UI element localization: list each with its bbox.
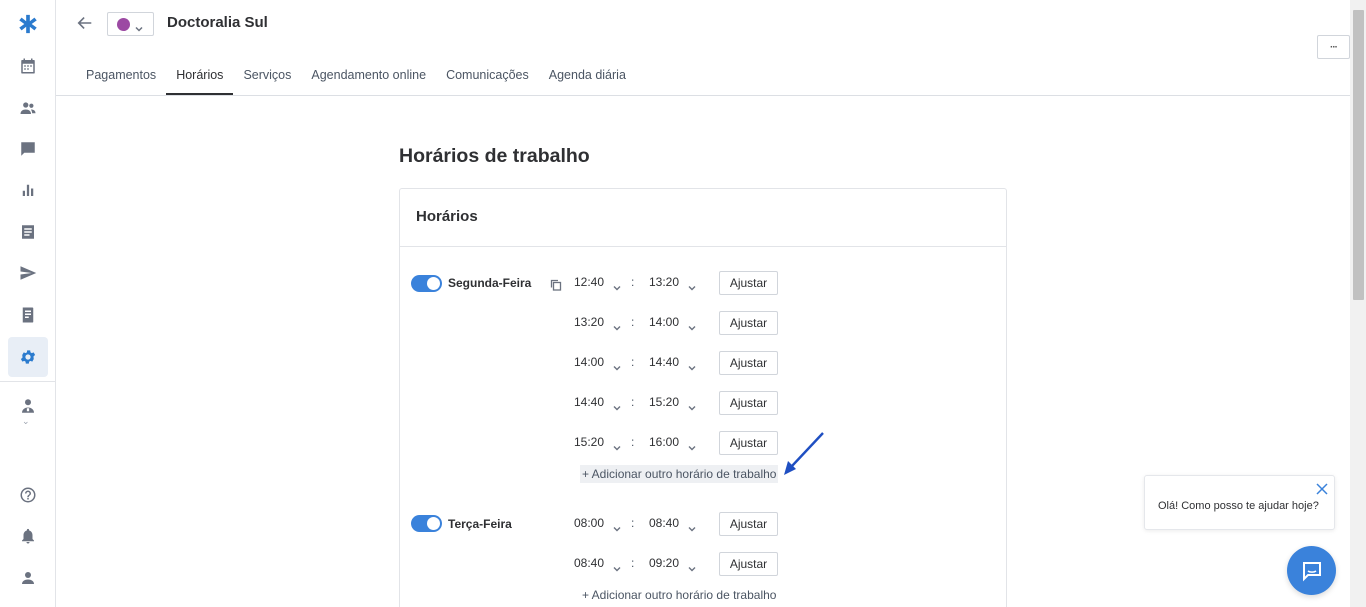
card-title: Horários	[400, 189, 1006, 247]
start-time-select[interactable]: 15:20	[574, 435, 604, 449]
logo-icon[interactable]	[8, 4, 48, 44]
start-time-select[interactable]: 13:20	[574, 315, 604, 329]
chevron-down-icon[interactable]	[688, 319, 696, 331]
chevron-down-icon[interactable]	[613, 399, 621, 411]
chevron-down-icon	[135, 20, 143, 32]
app: ⌄ Doctoralia Sul ··· Pagamentos Horários…	[0, 0, 1366, 607]
start-time-select[interactable]: 08:40	[574, 556, 604, 570]
patients-icon[interactable]	[8, 88, 48, 128]
tab-agenda-diaria[interactable]: Agenda diária	[539, 58, 636, 95]
chevron-down-icon[interactable]	[688, 279, 696, 291]
add-work-hours-link[interactable]: + Adicionar outro horário de trabalho	[580, 586, 778, 604]
day-label-monday: Segunda-Feira	[448, 276, 532, 290]
day-label-tuesday: Terça-Feira	[448, 517, 512, 531]
tuesday-toggle[interactable]	[411, 515, 442, 532]
end-time-select[interactable]: 13:20	[649, 275, 679, 289]
page-scrollbar[interactable]	[1350, 0, 1366, 607]
end-time-select[interactable]: 14:40	[649, 355, 679, 369]
time-separator: :	[631, 556, 635, 570]
adjust-button[interactable]: Ajustar	[719, 271, 778, 295]
chat-icon[interactable]	[8, 129, 48, 169]
bell-icon[interactable]	[8, 516, 48, 556]
color-selector[interactable]	[107, 12, 154, 36]
back-arrow-icon[interactable]	[76, 14, 96, 34]
tab-pagamentos[interactable]: Pagamentos	[76, 58, 166, 95]
more-options-button[interactable]: ···	[1317, 35, 1350, 59]
start-time-select[interactable]: 08:00	[574, 516, 604, 530]
help-icon[interactable]	[8, 475, 48, 515]
tab-comunicacoes[interactable]: Comunicações	[436, 58, 539, 95]
tab-agendamento-online[interactable]: Agendamento online	[301, 58, 436, 95]
adjust-button[interactable]: Ajustar	[719, 351, 778, 375]
user-icon[interactable]	[8, 558, 48, 598]
end-time-select[interactable]: 16:00	[649, 435, 679, 449]
time-separator: :	[631, 395, 635, 409]
adjust-button[interactable]: Ajustar	[719, 431, 778, 455]
send-icon[interactable]	[8, 253, 48, 293]
time-separator: :	[631, 315, 635, 329]
annotation-arrow-icon	[784, 432, 824, 475]
time-separator: :	[631, 275, 635, 289]
schedule-card: Horários	[399, 188, 1007, 607]
add-work-hours-link[interactable]: + Adicionar outro horário de trabalho	[580, 465, 779, 483]
copy-icon[interactable]	[550, 278, 562, 291]
chevron-down-icon[interactable]	[613, 560, 621, 572]
chevron-down-icon[interactable]	[688, 560, 696, 572]
end-time-select[interactable]: 08:40	[649, 516, 679, 530]
close-icon[interactable]	[1316, 482, 1328, 495]
start-time-select[interactable]: 12:40	[574, 275, 604, 289]
time-separator: :	[631, 516, 635, 530]
adjust-button[interactable]: Ajustar	[719, 311, 778, 335]
adjust-button[interactable]: Ajustar	[719, 552, 778, 576]
chat-greeting-text: Olá! Como posso te ajudar hoje?	[1158, 500, 1319, 512]
end-time-select[interactable]: 15:20	[649, 395, 679, 409]
chevron-down-icon[interactable]	[613, 439, 621, 451]
start-time-select[interactable]: 14:40	[574, 395, 604, 409]
chat-greeting-popup[interactable]: Olá! Como posso te ajudar hoje?	[1144, 475, 1335, 530]
section-title: Horários de trabalho	[399, 145, 590, 167]
monday-toggle[interactable]	[411, 275, 442, 292]
sidebar: ⌄	[0, 0, 56, 607]
book-icon[interactable]	[8, 295, 48, 335]
end-time-select[interactable]: 09:20	[649, 556, 679, 570]
chevron-down-icon[interactable]	[688, 520, 696, 532]
chevron-down-icon[interactable]	[688, 439, 696, 451]
sidebar-divider	[0, 381, 56, 382]
tab-horarios[interactable]: Horários	[166, 58, 234, 95]
chevron-down-icon[interactable]	[613, 359, 621, 371]
chevron-down-icon[interactable]	[613, 520, 621, 532]
time-separator: :	[631, 355, 635, 369]
time-separator: :	[631, 435, 635, 449]
color-dot	[117, 17, 130, 31]
page-title: Doctoralia Sul	[167, 14, 268, 31]
scrollbar-thumb[interactable]	[1353, 10, 1364, 300]
chat-bubble-icon	[1302, 561, 1321, 581]
calendar-icon[interactable]	[8, 46, 48, 86]
page-header: Doctoralia Sul ··· Pagamentos Horários S…	[56, 0, 1350, 96]
sidebar-expand-chevron-icon[interactable]: ⌄	[22, 416, 30, 427]
start-time-select[interactable]: 14:00	[574, 355, 604, 369]
end-time-select[interactable]: 14:00	[649, 315, 679, 329]
adjust-button[interactable]: Ajustar	[719, 391, 778, 415]
adjust-button[interactable]: Ajustar	[719, 512, 778, 536]
chevron-down-icon[interactable]	[688, 359, 696, 371]
gear-icon[interactable]	[8, 337, 48, 377]
chevron-down-icon[interactable]	[688, 399, 696, 411]
list-icon[interactable]	[8, 212, 48, 252]
tab-bar: Pagamentos Horários Serviços Agendamento…	[76, 58, 636, 95]
tab-servicos[interactable]: Serviços	[233, 58, 301, 95]
chat-launcher-button[interactable]	[1287, 546, 1336, 595]
stats-icon[interactable]	[8, 170, 48, 210]
chevron-down-icon[interactable]	[613, 319, 621, 331]
chevron-down-icon[interactable]	[613, 279, 621, 291]
